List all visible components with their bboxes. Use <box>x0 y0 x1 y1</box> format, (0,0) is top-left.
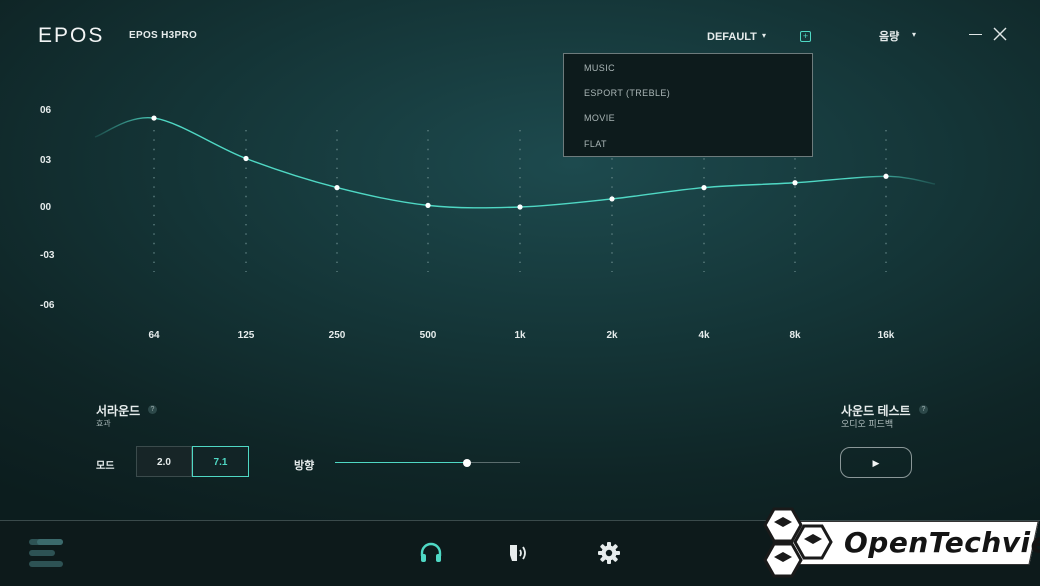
watermark-text: OpenTechview <box>844 526 1040 559</box>
direction-slider-fill[interactable] <box>335 462 467 463</box>
x-axis-label: 64 <box>148 330 160 341</box>
y-axis-label: -06 <box>40 300 55 311</box>
help-icon[interactable]: ? <box>919 405 928 414</box>
preset-menu-item-music[interactable]: MUSIC <box>584 63 615 73</box>
help-icon[interactable]: ? <box>148 405 157 414</box>
sound-test-subtitle: 오디오 피드백 <box>841 419 894 429</box>
x-axis-label: 4k <box>698 330 710 341</box>
surround-title: 서라운드 <box>96 404 141 418</box>
y-axis-label: 06 <box>40 105 52 116</box>
preset-menu-item-flat[interactable]: FLAT <box>584 139 607 149</box>
menu-icon[interactable] <box>29 537 63 569</box>
preset-menu: MUSIC ESPORT (TREBLE) MOVIE FLAT <box>563 53 813 157</box>
mode-2-0-button[interactable]: 2.0 <box>136 446 192 477</box>
settings-icon[interactable] <box>597 541 621 565</box>
opentechview-watermark: OpenTechview <box>752 507 1040 579</box>
x-axis-label: 500 <box>419 330 437 341</box>
equalizer-graph[interactable] <box>0 0 1040 360</box>
eq-band-handle-4k[interactable] <box>701 185 707 191</box>
preset-menu-item-movie[interactable]: MOVIE <box>584 113 615 123</box>
eq-band-handle-250[interactable] <box>334 185 340 191</box>
eq-band-handle-8k[interactable] <box>792 180 798 186</box>
x-axis-label: 2k <box>606 330 618 341</box>
y-axis-label: 00 <box>40 202 52 213</box>
eq-band-handle-2k[interactable] <box>609 196 615 202</box>
x-axis-label: 8k <box>789 330 801 341</box>
mode-label: 모드 <box>96 461 115 472</box>
eq-band-handle-1k[interactable] <box>517 204 523 210</box>
hexagon-logo-icon <box>763 507 833 578</box>
eq-band-handle-500[interactable] <box>425 202 431 208</box>
direction-label: 방향 <box>294 460 315 472</box>
x-axis-label: 1k <box>514 330 526 341</box>
surround-subtitle: 효과 <box>96 419 111 428</box>
play-icon: ▶ <box>872 458 880 468</box>
x-axis-label: 250 <box>328 330 346 341</box>
eq-band-handle-16k[interactable] <box>883 173 889 179</box>
y-axis-label: -03 <box>40 250 55 261</box>
direction-slider-thumb[interactable] <box>463 459 471 467</box>
preset-menu-item-esport[interactable]: ESPORT (TREBLE) <box>584 88 670 98</box>
x-axis-label: 16k <box>877 330 895 341</box>
x-axis-label: 125 <box>237 330 255 341</box>
mode-7-1-button[interactable]: 7.1 <box>192 446 249 477</box>
headphones-icon[interactable] <box>419 541 443 565</box>
eq-band-handle-64[interactable] <box>151 115 157 121</box>
play-button[interactable]: ▶ <box>840 447 912 478</box>
y-axis-label: 03 <box>40 155 52 166</box>
eq-band-handle-125[interactable] <box>243 155 249 162</box>
microphone-icon[interactable] <box>508 541 532 565</box>
direction-slider-track[interactable] <box>467 462 520 463</box>
